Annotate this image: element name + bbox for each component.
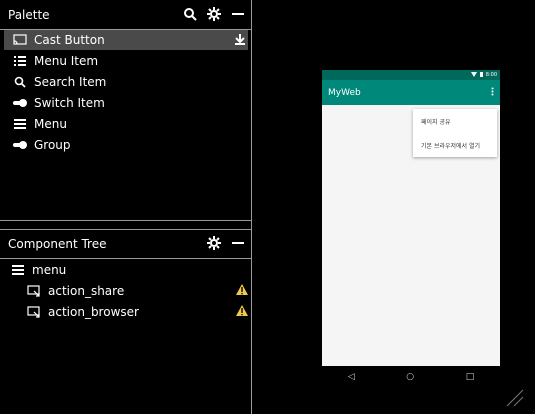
search-icon — [12, 74, 28, 90]
tree-node-action-browser[interactable]: action_browser — [18, 302, 248, 322]
palette-item-switch-item[interactable]: Switch Item — [4, 93, 248, 113]
wifi-icon — [470, 71, 477, 79]
palette-header: Palette — [0, 1, 251, 29]
palette-title: Palette — [8, 8, 50, 22]
battery-icon — [479, 71, 483, 79]
warning-icon[interactable] — [236, 284, 248, 298]
left-panel: Palette Cast Button Menu Item Search Ite… — [0, 0, 252, 414]
menu-icon — [12, 116, 28, 132]
palette-item-label: Menu — [34, 117, 67, 131]
palette-item-label: Switch Item — [34, 96, 105, 110]
component-tree-header: Component Tree — [0, 230, 251, 258]
palette-item-menu[interactable]: Menu — [4, 114, 248, 134]
switch-icon — [12, 95, 28, 111]
tree-node-action-share[interactable]: action_share — [18, 281, 248, 301]
menu-icon — [10, 262, 26, 278]
tree-node-label: action_share — [48, 284, 125, 298]
status-time: 8:00 — [485, 72, 497, 78]
menu-item-open-browser[interactable]: 기본 브라우저에서 열기 — [413, 133, 497, 157]
minimize-icon[interactable] — [231, 236, 245, 253]
nav-bar: ◁ ○ □ — [322, 366, 500, 388]
palette-item-cast-button[interactable]: Cast Button — [4, 30, 248, 50]
menu-item-icon — [12, 53, 28, 69]
menu-item-share[interactable]: 페이지 공유 — [413, 109, 497, 133]
divider — [0, 258, 251, 259]
app-title: MyWeb — [328, 87, 361, 98]
back-button[interactable]: ◁ — [348, 372, 355, 382]
palette-item-label: Cast Button — [34, 33, 105, 47]
tree-node-menu[interactable]: menu — [2, 260, 246, 280]
gear-icon[interactable] — [207, 235, 221, 253]
palette-item-label: Search Item — [34, 75, 107, 89]
palette-item-group[interactable]: Group — [4, 135, 248, 155]
palette-item-label: Menu Item — [34, 54, 99, 68]
group-icon — [12, 137, 28, 153]
download-icon[interactable] — [234, 33, 246, 48]
overflow-menu: 페이지 공유 기본 브라우저에서 열기 — [413, 109, 497, 157]
device-preview: 8:00 MyWeb 페이지 공유 기본 브라우저에서 열기 — [322, 70, 500, 366]
warning-icon[interactable] — [236, 305, 248, 319]
menu-item-icon — [26, 304, 42, 320]
tree-node-label: menu — [32, 263, 67, 277]
gear-icon[interactable] — [207, 6, 221, 24]
palette-item-label: Group — [34, 138, 71, 152]
search-icon[interactable] — [183, 7, 197, 24]
overflow-menu-icon[interactable] — [491, 87, 494, 99]
status-bar: 8:00 — [322, 70, 500, 80]
divider — [0, 220, 251, 221]
menu-item-icon — [26, 283, 42, 299]
resize-handle-icon[interactable] — [505, 388, 525, 408]
palette-item-menu-item[interactable]: Menu Item — [4, 51, 248, 71]
cast-icon — [12, 32, 28, 48]
component-tree-title: Component Tree — [8, 237, 107, 251]
minimize-icon[interactable] — [231, 7, 245, 24]
app-toolbar: MyWeb — [322, 80, 500, 105]
recents-button[interactable]: □ — [466, 372, 475, 382]
palette-item-search-item[interactable]: Search Item — [4, 72, 248, 92]
tree-node-label: action_browser — [48, 305, 139, 319]
home-button[interactable]: ○ — [406, 372, 414, 382]
